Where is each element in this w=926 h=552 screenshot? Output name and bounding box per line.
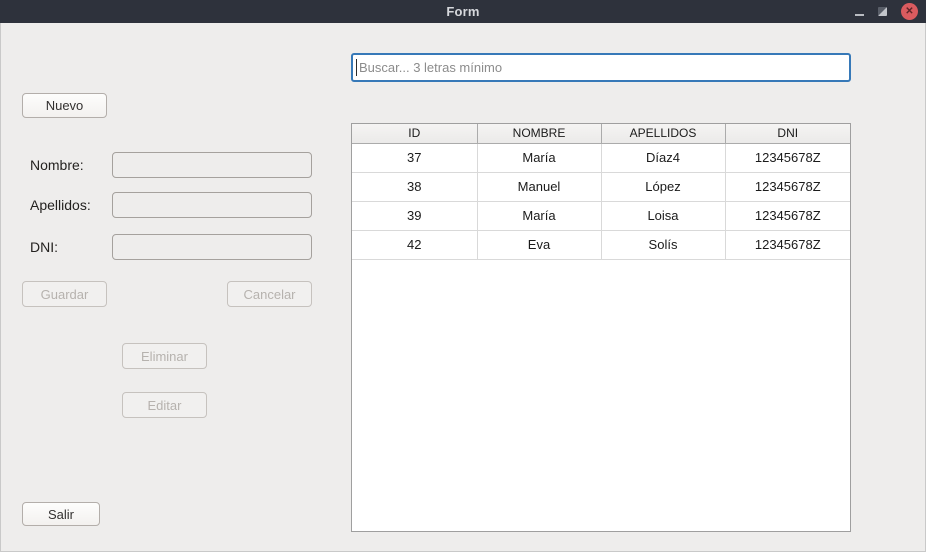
table-row[interactable]: 37 María Díaz4 12345678Z	[352, 143, 850, 172]
cell-dni[interactable]: 12345678Z	[725, 143, 850, 172]
cell-nombre[interactable]: Eva	[477, 230, 601, 259]
dni-label: DNI:	[30, 234, 58, 260]
cell-apellidos[interactable]: Díaz4	[601, 143, 725, 172]
apellidos-label: Apellidos:	[30, 192, 91, 218]
cell-apellidos[interactable]: Solís	[601, 230, 725, 259]
cell-dni[interactable]: 12345678Z	[725, 201, 850, 230]
cell-dni[interactable]: 12345678Z	[725, 172, 850, 201]
search-container	[351, 53, 851, 82]
results-table: ID NOMBRE APELLIDOS DNI 37 María Díaz4 1…	[352, 124, 850, 260]
cell-nombre[interactable]: Manuel	[477, 172, 601, 201]
header-dni[interactable]: DNI	[725, 124, 850, 143]
cell-id[interactable]: 39	[352, 201, 477, 230]
cell-nombre[interactable]: María	[477, 143, 601, 172]
table-row[interactable]: 42 Eva Solís 12345678Z	[352, 230, 850, 259]
window-content: Nuevo Nombre: Apellidos: DNI: Guardar Ca…	[0, 23, 926, 552]
eliminar-button[interactable]: Eliminar	[122, 343, 207, 369]
text-caret	[356, 59, 357, 76]
salir-button[interactable]: Salir	[22, 502, 100, 526]
nombre-field[interactable]	[112, 152, 312, 178]
results-table-container[interactable]: ID NOMBRE APELLIDOS DNI 37 María Díaz4 1…	[351, 123, 851, 532]
header-nombre[interactable]: NOMBRE	[477, 124, 601, 143]
dni-field[interactable]	[112, 234, 312, 260]
window-controls: ✕	[855, 0, 918, 23]
header-apellidos[interactable]: APELLIDOS	[601, 124, 725, 143]
restore-icon[interactable]	[878, 7, 887, 16]
close-icon[interactable]: ✕	[901, 3, 918, 20]
cell-apellidos[interactable]: López	[601, 172, 725, 201]
table-row[interactable]: 39 María Loisa 12345678Z	[352, 201, 850, 230]
cell-nombre[interactable]: María	[477, 201, 601, 230]
window-title: Form	[446, 4, 479, 19]
header-id[interactable]: ID	[352, 124, 477, 143]
cell-id[interactable]: 42	[352, 230, 477, 259]
nombre-label: Nombre:	[30, 152, 84, 178]
guardar-button[interactable]: Guardar	[22, 281, 107, 307]
cell-dni[interactable]: 12345678Z	[725, 230, 850, 259]
apellidos-field[interactable]	[112, 192, 312, 218]
table-row[interactable]: 38 Manuel López 12345678Z	[352, 172, 850, 201]
nuevo-button[interactable]: Nuevo	[22, 93, 107, 118]
search-input[interactable]	[351, 53, 851, 82]
editar-button[interactable]: Editar	[122, 392, 207, 418]
app-window: Form ✕ Nuevo Nombre: Apellidos: DNI: Gua…	[0, 0, 926, 552]
table-header-row: ID NOMBRE APELLIDOS DNI	[352, 124, 850, 143]
cell-apellidos[interactable]: Loisa	[601, 201, 725, 230]
cancelar-button[interactable]: Cancelar	[227, 281, 312, 307]
cell-id[interactable]: 38	[352, 172, 477, 201]
minimize-icon[interactable]	[855, 14, 864, 16]
titlebar[interactable]: Form ✕	[0, 0, 926, 23]
cell-id[interactable]: 37	[352, 143, 477, 172]
